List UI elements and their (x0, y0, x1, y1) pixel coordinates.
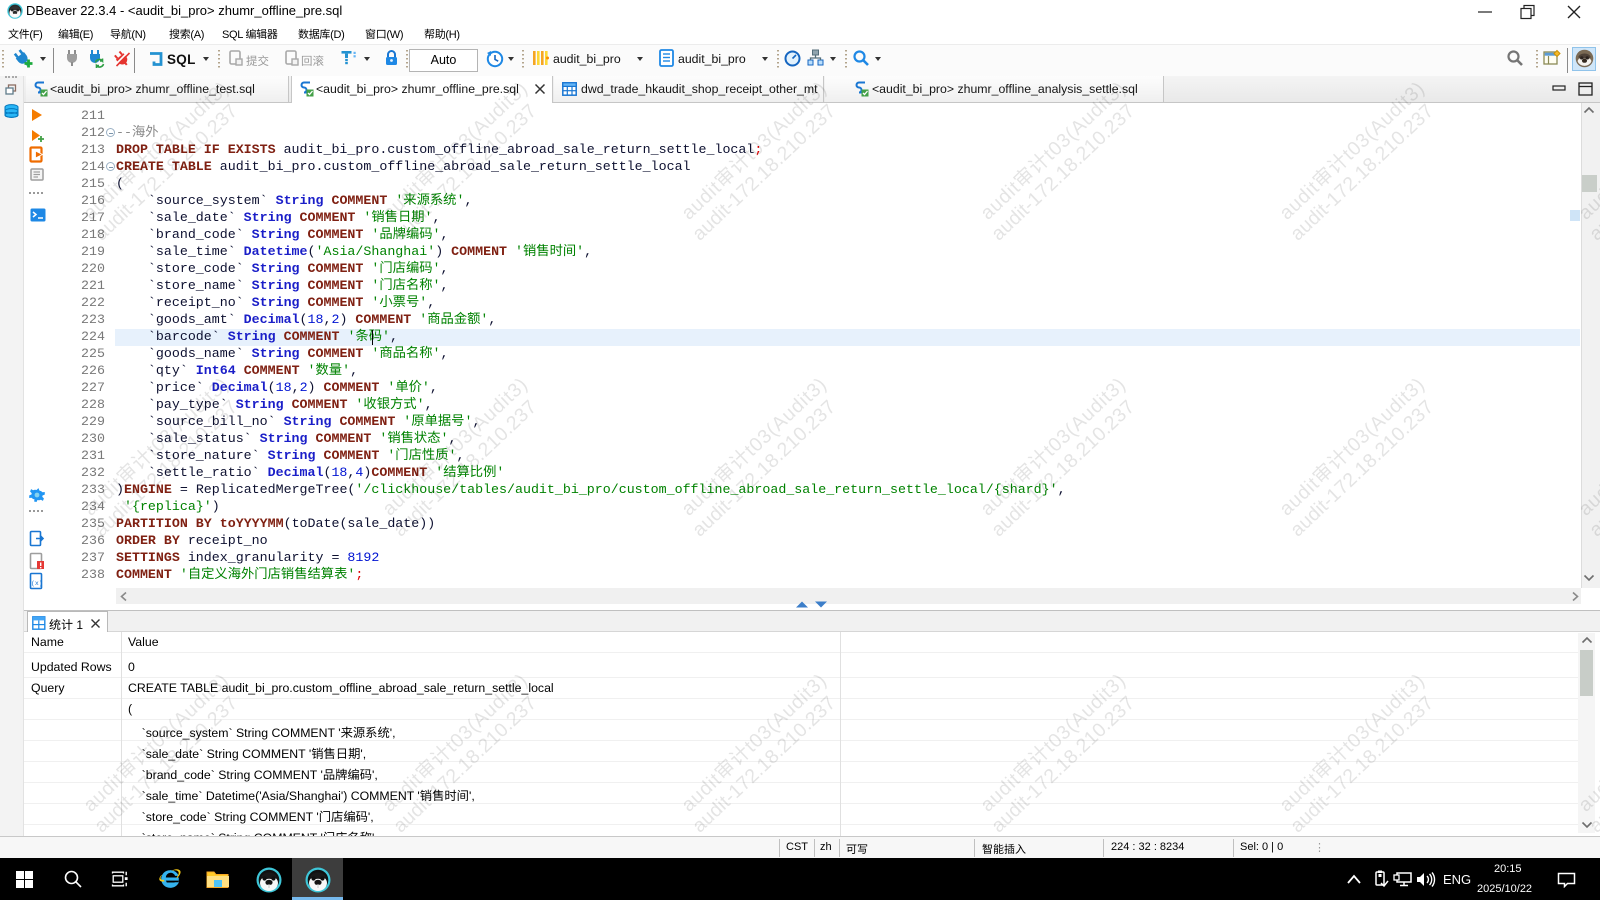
svg-text:(x): (x) (31, 580, 43, 587)
